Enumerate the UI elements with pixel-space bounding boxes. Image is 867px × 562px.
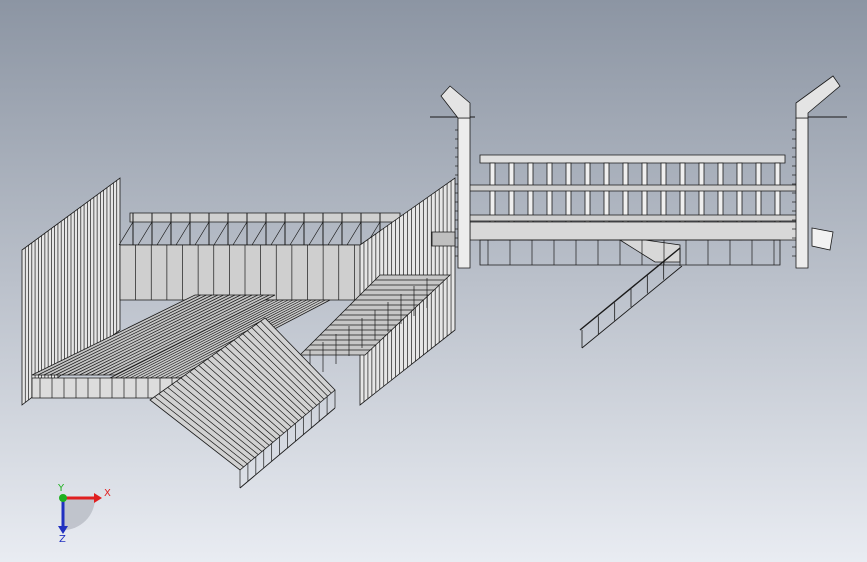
back-rail-brace	[213, 221, 229, 246]
left-post-cap	[440, 85, 471, 119]
back-rail-brace	[137, 221, 153, 246]
back-rail-brace	[346, 221, 362, 246]
bridge-girder	[464, 214, 801, 222]
back-rail-brace	[308, 221, 324, 246]
back-rail-brace	[251, 221, 267, 246]
back-rail-brace	[175, 221, 191, 246]
right-post	[795, 117, 809, 269]
bridge-deck-wing	[618, 239, 681, 263]
back-rail-brace	[118, 221, 134, 246]
triad-y-axis	[59, 494, 67, 502]
bridge-top-beam	[479, 154, 786, 164]
back-rail-brace	[232, 221, 248, 246]
back-rail-frame	[118, 212, 401, 246]
back-rail-brace	[289, 221, 305, 246]
model-geometry[interactable]	[0, 0, 867, 562]
left-bracket	[431, 231, 456, 247]
triad-x-label: X	[104, 488, 111, 499]
handrail-bottom	[581, 265, 683, 349]
handrail-top	[579, 247, 681, 331]
back-rail-brace	[327, 221, 343, 246]
back-rail-brace	[156, 221, 172, 246]
bridge-girder	[464, 184, 801, 192]
graphics-viewport[interactable]: X Y Z	[0, 0, 867, 562]
back-rail-brace	[194, 221, 210, 246]
left-post	[457, 117, 471, 269]
triad-z-arrow	[58, 526, 68, 534]
triad-x-arrow	[94, 493, 102, 503]
triad-z-label: Z	[59, 534, 66, 545]
bridge-deck	[469, 221, 806, 241]
stair-handrail	[579, 247, 683, 349]
right-post-cap	[795, 75, 841, 119]
bridge-structure	[430, 116, 847, 266]
back-rail-brace	[270, 221, 286, 246]
coordinate-triad: X Y Z	[57, 483, 111, 545]
right-bracket	[811, 227, 834, 251]
triad-quadrant	[63, 498, 95, 530]
triad-y-label: Y	[57, 483, 65, 494]
